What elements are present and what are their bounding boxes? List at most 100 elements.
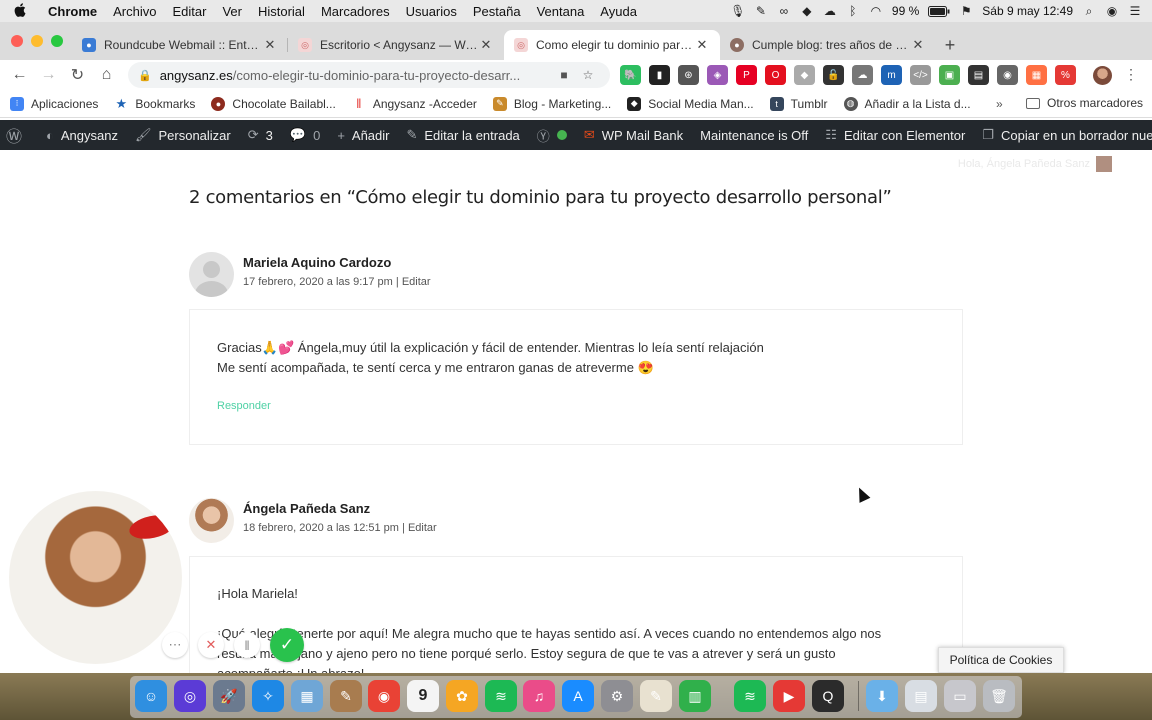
menu-ventana[interactable]: Ventana [529,4,593,19]
wp-add-new[interactable]: + Añadir [337,128,389,143]
back-arrow-icon[interactable]: ← [5,66,34,84]
menu-kebab-icon[interactable]: ⋮ [1124,66,1138,83]
trash-icon[interactable]: 🗑 [983,680,1015,712]
forward-arrow-icon[interactable]: → [34,66,63,84]
notification-center-icon[interactable]: ☰ [1128,4,1142,18]
wifi-icon[interactable]: ◠ [869,4,883,18]
microphone-icon[interactable]: 🎙 [730,4,745,18]
calendar-icon[interactable]: 9 [407,680,439,712]
menu-usuarios[interactable]: Usuarios [398,4,465,19]
evernote-icon[interactable]: 🐘 [620,65,641,85]
camera-icon[interactable]: ■ [552,68,576,82]
tab-escritorio[interactable]: ◎ Escritorio < Angysanz — WordPress ✕ [288,30,504,60]
wp-copy-draft[interactable]: ❐ Copiar en un borrador nuevo [982,127,1152,143]
bookmark-anadir-lista[interactable]: ◍ Añadir a la Lista d... [843,96,971,111]
stack-icon[interactable]: ▭ [944,680,976,712]
screenflow-icon[interactable]: ▶ [773,680,805,712]
wp-customize[interactable]: 🖌 Personalizar [135,127,231,143]
comment-edit-link[interactable]: Editar [402,276,431,288]
menu-historial[interactable]: Historial [250,4,313,19]
bookmark-social-media[interactable]: ◆ Social Media Man... [627,96,754,111]
launchpad-icon[interactable]: 🚀 [213,680,245,712]
wp-yoast[interactable]: Ⓨ [537,126,567,145]
close-tab-icon[interactable]: ✕ [478,37,494,53]
tab-como-elegir[interactable]: ◎ Como elegir tu dominio para tu proyect… [504,30,720,60]
spotlight-search-icon[interactable]: ⌕ [1082,4,1096,18]
safari-icon[interactable]: ✧ [252,680,284,712]
dropbox-icon[interactable]: ◆ [794,65,815,85]
bookmark-angysanz-acceder[interactable]: ‖ Angysanz -Acceder [352,96,477,111]
percent-icon[interactable]: % [1055,65,1076,85]
comment-date-text[interactable]: 17 febrero, 2020 a las 9:17 pm [243,276,393,288]
close-window-button[interactable] [11,35,23,47]
apple-icon[interactable] [0,2,40,20]
wp-edit-entry[interactable]: ✎ Editar la entrada [406,127,519,143]
wp-comments[interactable]: 💬 0 [290,127,320,143]
profile-avatar[interactable] [1093,66,1112,85]
numbers-icon[interactable]: ▥ [679,680,711,712]
more-options-icon[interactable]: ⋯ [162,632,188,658]
tab-roundcube[interactable]: ● Roundcube Webmail :: Entrada ✕ [72,30,288,60]
close-tab-icon[interactable]: ✕ [694,37,710,53]
minimize-window-button[interactable] [31,35,43,47]
bookmark-blog-marketing[interactable]: ✎ Blog - Marketing... [492,96,611,111]
metricool-icon[interactable]: m [881,65,902,85]
spotify-icon[interactable]: ≋ [485,680,517,712]
menu-pestana[interactable]: Pestaña [465,4,529,19]
flag-icon[interactable]: ⚑ [959,4,973,18]
eye-icon[interactable]: ◉ [997,65,1018,85]
cloud-status-icon[interactable]: ☁ [823,4,837,18]
wp-maintenance[interactable]: Maintenance is Off [700,128,808,143]
image-icon[interactable]: ▣ [939,65,960,85]
bookmark-bookmarks[interactable]: ★ Bookmarks [114,96,196,111]
bookmark-star-icon[interactable]: ☆ [576,68,600,82]
bookmark-tumblr[interactable]: t Tumblr [769,96,828,111]
siri-icon[interactable]: ◎ [174,680,206,712]
itunes-icon[interactable]: ♫ [523,680,555,712]
reply-link[interactable]: Responder [217,400,935,412]
code-icon[interactable]: </> [910,65,931,85]
cloud-icon[interactable]: ☁ [852,65,873,85]
finish-recording-icon[interactable]: ✓ [270,628,304,662]
quicktime-icon[interactable]: Q [812,680,844,712]
comment-edit-link[interactable]: Editar [408,522,437,534]
tab-cumple-blog[interactable]: ● Cumple blog: tres años de mi emprendim… [720,30,936,60]
lock-icon[interactable]: 🔓 [823,65,844,85]
lock-icon[interactable]: 🔒 [138,69,152,82]
menu-editar[interactable]: Editar [164,4,214,19]
menu-ayuda[interactable]: Ayuda [592,4,645,19]
bookmark-aplicaciones[interactable]: ⁝ Aplicaciones [10,96,98,111]
finder-icon[interactable]: ☺ [135,680,167,712]
close-tab-icon[interactable]: ✕ [910,37,926,53]
openai-icon[interactable]: ⊛ [678,65,699,85]
comment-date-text[interactable]: 18 febrero, 2020 a las 12:51 pm [243,522,399,534]
wp-logo-button[interactable]: Ⓦ [6,123,29,147]
wp-greeting[interactable]: Hola, Ángela Pañeda Sanz [958,156,1112,172]
menu-marcadores[interactable]: Marcadores [313,4,398,19]
reload-icon[interactable]: ↻ [63,65,92,85]
chrome-icon[interactable]: ◉ [368,680,400,712]
files-icon[interactable]: ▤ [905,680,937,712]
preview-icon[interactable]: ▦ [291,680,323,712]
new-tab-button[interactable]: + [936,30,964,60]
pause-icon[interactable]: ‖ [234,632,260,658]
menu-ver[interactable]: Ver [214,4,250,19]
spotify2-icon[interactable]: ≋ [734,680,766,712]
menu-chrome[interactable]: Chrome [40,4,105,19]
cookies-policy-button[interactable]: Política de Cookies [938,647,1064,673]
photos-icon[interactable]: ✿ [446,680,478,712]
settings-icon[interactable]: ⚙ [601,680,633,712]
creative-cloud-icon[interactable]: ∞ [777,4,791,18]
wp-updates[interactable]: ⟳ 3 [248,127,273,143]
battery-icon[interactable] [928,4,950,18]
opera-icon[interactable]: O [765,65,786,85]
address-bar[interactable]: 🔒 angysanz.es /como-elegir-tu-dominio-pa… [128,62,610,88]
downloads-icon[interactable]: ⬇ [866,680,898,712]
wp-site-name[interactable]: ◐ Angysanz [46,128,118,143]
notes-icon[interactable]: ✎ [330,680,362,712]
textedit-icon[interactable]: ✎ [640,680,672,712]
webcam-preview[interactable] [9,491,182,664]
dropbox-status-icon[interactable]: ◆ [800,4,814,18]
appstore-icon[interactable]: A [562,680,594,712]
pinterest-icon[interactable]: P [736,65,757,85]
